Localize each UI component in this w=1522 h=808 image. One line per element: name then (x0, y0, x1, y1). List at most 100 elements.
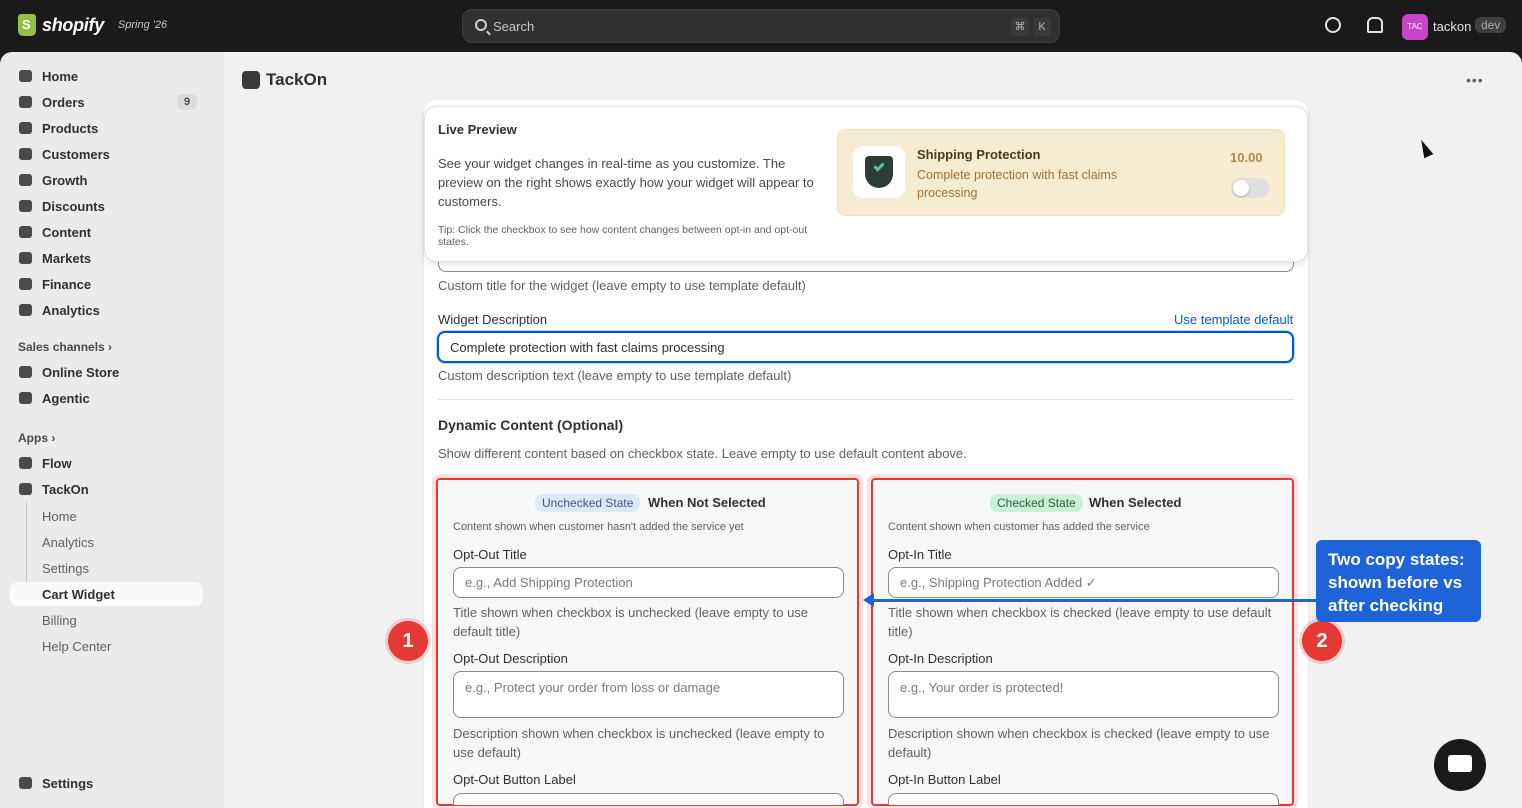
widget-description: Complete protection with fast claims pro… (917, 168, 1118, 200)
description-input[interactable]: Complete protection with fast claims pro… (437, 331, 1294, 363)
more-actions-icon[interactable]: ••• (1466, 72, 1484, 88)
tackon-logo-icon (242, 71, 260, 89)
sidebar-item-agentic[interactable]: Agentic (10, 386, 203, 410)
opt-out-button-input[interactable] (453, 793, 844, 805)
shopify-logo[interactable]: shopify Spring '26 (18, 14, 167, 36)
apps-heading[interactable]: Apps › (18, 431, 55, 445)
search-bar[interactable]: Search ⌘ K (462, 9, 1060, 43)
sidebar-sub-settings[interactable]: Settings (10, 556, 203, 580)
sidebar-item-analytics[interactable]: Analytics (10, 298, 203, 322)
sidebar-item-online-store[interactable]: Online Store (10, 360, 203, 384)
shopify-bag-icon (18, 14, 36, 36)
opt-in-title-help: Title shown when checkbox is checked (le… (888, 605, 1272, 639)
annotation-marker-2: 2 (1302, 621, 1342, 661)
opt-in-description-label: Opt-In Description (888, 651, 993, 666)
store-avatar[interactable]: TAC (1402, 14, 1428, 40)
live-preview-title: Live Preview (438, 122, 517, 137)
live-preview-description: See your widget changes in real-time as … (438, 156, 814, 209)
sidebar-item-label: Home (42, 68, 79, 84)
sidebar-item-tackon[interactable]: TackOn (10, 477, 203, 501)
annotation-marker-1: 1 (388, 621, 428, 661)
shield-check-icon (865, 156, 893, 188)
growth-icon (19, 174, 32, 186)
checked-heading: When Selected (1089, 495, 1182, 510)
gear-icon (19, 777, 32, 789)
edition-label: Spring '26 (117, 19, 168, 31)
sidebar-item-label: Analytics (42, 302, 100, 318)
sidebar-sub-cart-widget[interactable]: Cart Widget (10, 582, 203, 606)
sidebar-item-content[interactable]: Content (10, 220, 203, 244)
dynamic-content-help: Show different content based on checkbox… (438, 446, 967, 461)
dynamic-content-title: Dynamic Content (Optional) (438, 417, 624, 433)
opt-in-description-help: Description shown when checkbox is check… (888, 726, 1270, 760)
sidebar-item-label: Online Store (42, 364, 120, 380)
sidebar-item-label: Flow (42, 455, 72, 471)
sidebar-item-discounts[interactable]: Discounts (10, 194, 203, 218)
opt-in-title-label: Opt-In Title (888, 547, 952, 562)
chat-icon[interactable] (1434, 739, 1486, 791)
sidebar-item-growth[interactable]: Growth (10, 168, 203, 192)
description-help-text: Custom description text (leave empty to … (438, 368, 792, 383)
person-icon (19, 148, 32, 160)
flow-icon (19, 457, 32, 469)
sidebar-item-label: Orders (42, 94, 85, 110)
env-badge: dev (1475, 17, 1507, 33)
content-icon (19, 226, 32, 238)
discount-icon (19, 200, 32, 212)
opt-out-description-label: Opt-Out Description (453, 651, 568, 666)
sidebar-item-customers[interactable]: Customers (10, 142, 203, 166)
sidebar-item-finance[interactable]: Finance (10, 272, 203, 296)
bar-chart-icon (19, 304, 32, 316)
sidekick-icon[interactable] (1325, 17, 1341, 33)
k-key: K (1033, 18, 1051, 36)
sidebar-item-orders[interactable]: Orders 9 (10, 90, 203, 114)
opt-in-button-input[interactable] (888, 793, 1279, 805)
sidebar-item-home[interactable]: Home (10, 64, 203, 88)
sidebar-item-label: Products (42, 120, 99, 136)
title-help-text: Custom title for the widget (leave empty… (438, 278, 806, 293)
store-name[interactable]: tackon (1433, 19, 1471, 34)
opt-out-description-help: Description shown when checkbox is unche… (453, 726, 825, 760)
bell-icon[interactable] (1367, 17, 1383, 33)
use-template-default-link[interactable]: Use template default (1174, 312, 1293, 327)
sidebar-sub-home[interactable]: Home (10, 504, 203, 528)
sales-channels-heading[interactable]: Sales channels › (18, 340, 112, 354)
tackon-app-icon (19, 483, 32, 495)
opt-out-title-help: Title shown when checkbox is unchecked (… (453, 605, 809, 639)
globe-icon (19, 252, 32, 264)
opt-in-button-label: Opt-In Button Label (888, 772, 1001, 787)
widget-price: 10.00 (1230, 150, 1263, 165)
sidebar-item-label: Settings (42, 775, 94, 791)
sidebar-item-label: Agentic (42, 390, 90, 406)
callout-arrow-line (872, 599, 1316, 602)
sidebar-item-label: Growth (42, 172, 88, 188)
opt-out-title-label: Opt-Out Title (453, 547, 527, 562)
sidebar-sub-analytics[interactable]: Analytics (10, 530, 203, 554)
home-icon (19, 70, 32, 82)
sidebar-item-label: Content (42, 224, 92, 240)
sidebar-item-label: TackOn (42, 481, 89, 497)
sidebar-item-markets[interactable]: Markets (10, 246, 203, 270)
sidebar-item-flow[interactable]: Flow (10, 451, 203, 475)
store-icon (19, 366, 32, 378)
callout-arrow-head (863, 593, 874, 607)
widget-title: Shipping Protection (917, 147, 1041, 162)
widget-toggle[interactable] (1231, 178, 1269, 198)
sidebar-item-settings[interactable]: Settings (10, 771, 203, 795)
sidebar-sub-billing[interactable]: Billing (10, 608, 203, 632)
opt-in-title-input[interactable]: e.g., Shipping Protection Added ✓ (888, 567, 1279, 598)
brand-name: shopify (42, 14, 104, 35)
bank-icon (19, 278, 32, 290)
opt-out-description-input[interactable]: e.g., Protect your order from loss or da… (453, 671, 844, 718)
opt-in-description-input[interactable]: e.g., Your order is protected! (888, 671, 1279, 718)
unchecked-state-pill: Unchecked State (535, 494, 641, 512)
opt-out-title-input[interactable]: e.g., Add Shipping Protection (453, 567, 844, 598)
search-placeholder: Search (493, 19, 535, 34)
live-preview-tip: Tip: Click the checkbox to see how conte… (438, 224, 808, 248)
search-icon (475, 19, 487, 31)
sidebar-sub-help-center[interactable]: Help Center (10, 634, 203, 658)
sidebar-item-products[interactable]: Products (10, 116, 203, 140)
widget-icon-frame (853, 146, 905, 198)
sidebar-item-label: Discounts (42, 198, 105, 214)
tag-icon (19, 122, 32, 134)
